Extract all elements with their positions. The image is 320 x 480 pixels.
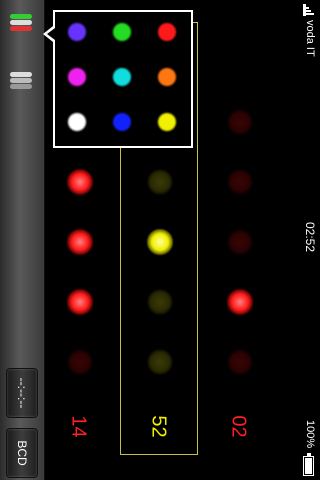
minutes-digits: 52 [147,415,170,438]
led-1-2 [147,229,173,255]
color-swatch-6[interactable] [67,112,87,132]
led-0-4 [67,349,93,375]
led-2-2 [227,229,253,255]
color-swatch-2[interactable] [157,22,177,42]
color-swatch-8[interactable] [157,112,177,132]
led-2-3 [227,289,253,315]
color-swatch-7[interactable] [112,112,132,132]
led-1-3 [147,289,173,315]
bcd-button[interactable]: BCD [6,428,38,478]
led-0-3 [67,289,93,315]
carrier-name: voda IT [304,20,316,57]
led-1-4 [147,349,173,375]
clock-time: 02:52 [303,222,317,253]
status-bar: voda IT 02:52 100% [298,0,320,480]
battery-percent: 100% [304,420,316,449]
battery-icon [303,453,314,476]
hours-digits: 14 [67,415,90,438]
time-format-label: --:--:-- [15,377,29,409]
signal-icon [303,4,315,18]
time-format-button[interactable]: --:--:-- [6,368,38,418]
color-swatch-4[interactable] [112,67,132,87]
led-0-1 [67,169,93,195]
color-leds-icon[interactable] [10,14,32,32]
seconds-digits: 02 [227,415,250,438]
led-2-1 [227,169,253,195]
white-leds-icon[interactable] [10,72,32,90]
color-swatch-0[interactable] [67,22,87,42]
led-2-0 [227,109,253,135]
led-2-4 [227,349,253,375]
led-1-1 [147,169,173,195]
color-swatch-3[interactable] [67,67,87,87]
bcd-label: BCD [15,440,29,466]
color-picker-popup [53,10,193,148]
color-swatch-1[interactable] [112,22,132,42]
led-0-2 [67,229,93,255]
toolbar: --:--:-- BCD [0,0,45,480]
color-swatch-5[interactable] [157,67,177,87]
